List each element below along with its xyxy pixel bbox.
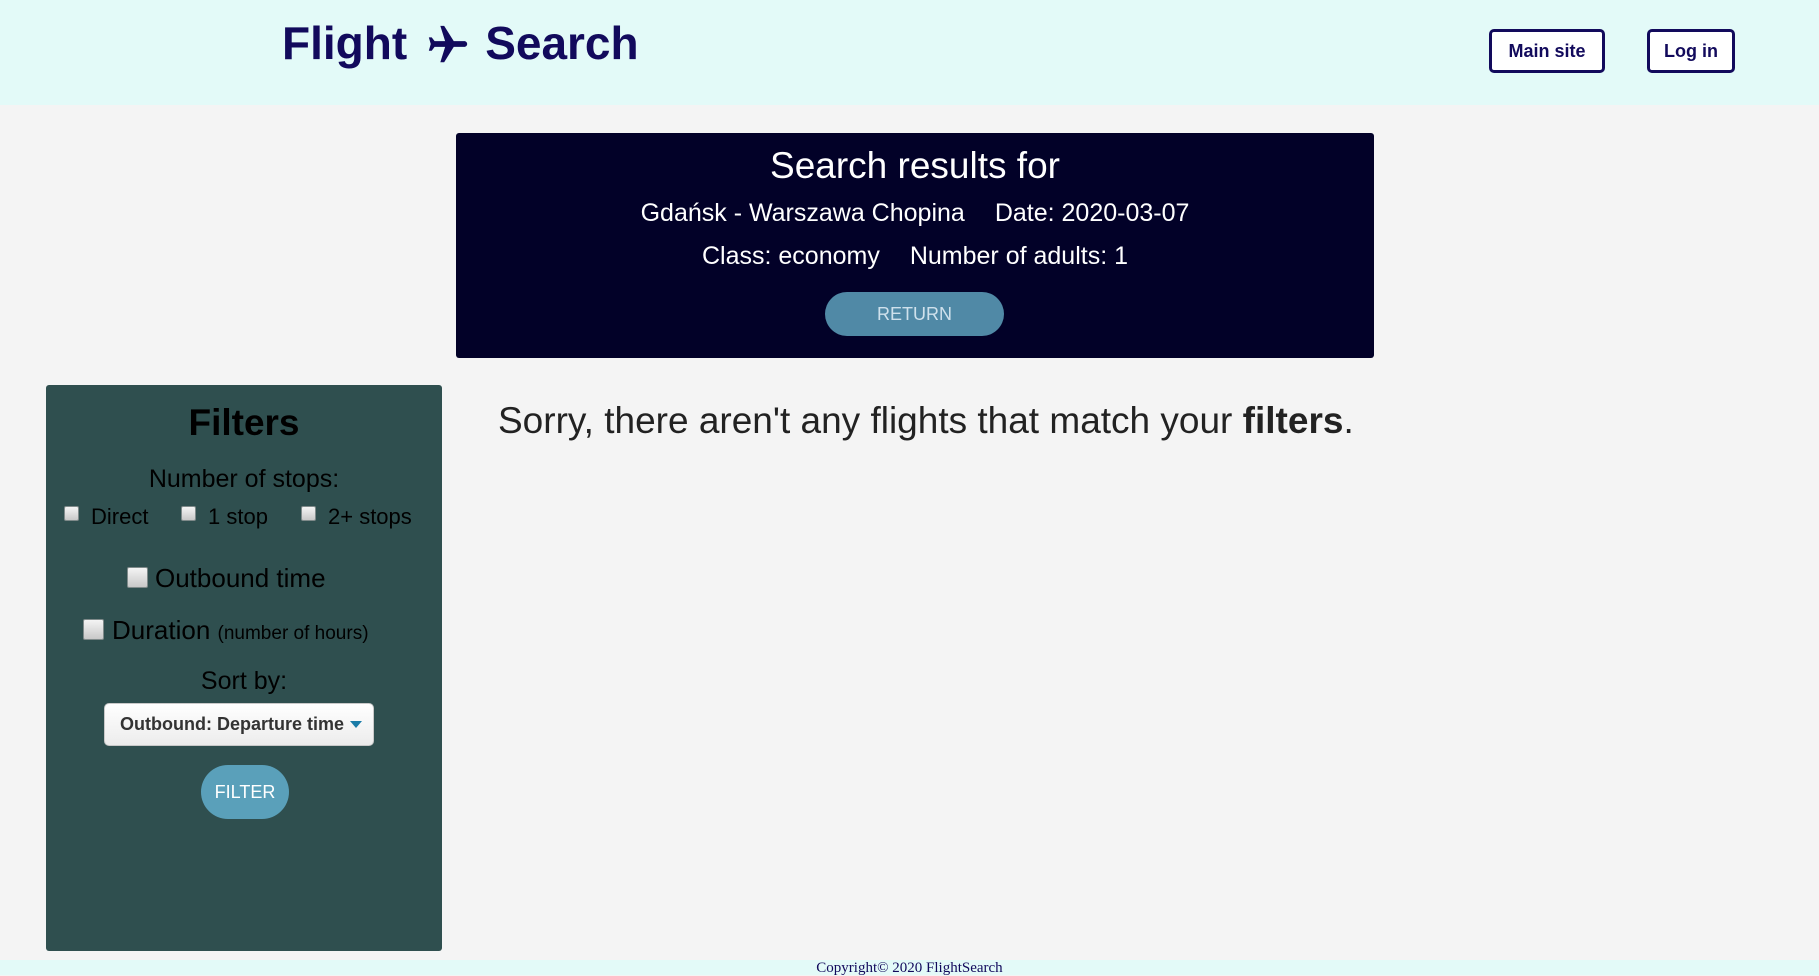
stops-label: Number of stops: xyxy=(148,465,340,493)
date-text: Date: 2020-03-07 xyxy=(994,199,1190,227)
site-logo[interactable]: Flight Search xyxy=(282,16,639,70)
stops-1-checkbox[interactable] xyxy=(181,506,196,521)
no-results-text: Sorry, there aren't any flights that mat… xyxy=(498,400,1243,441)
search-summary-title: Search results for xyxy=(770,145,1060,186)
filters-panel: Filters Number of stops: Direct 1 stop 2… xyxy=(46,385,442,951)
sort-label: Sort by: xyxy=(200,667,288,695)
no-results-message: Sorry, there aren't any flights that mat… xyxy=(498,400,1354,442)
stops-2plus-checkbox[interactable] xyxy=(301,506,316,521)
duration-note: (number of hours) xyxy=(217,623,369,644)
duration-label-group[interactable]: Duration (number of hours) xyxy=(112,615,369,646)
route-text: Gdańsk - Warszawa Chopina xyxy=(640,199,965,227)
stops-1-label[interactable]: 1 stop xyxy=(208,504,268,530)
stops-direct-checkbox[interactable] xyxy=(64,506,79,521)
duration-label: Duration xyxy=(112,615,211,645)
outbound-time-label[interactable]: Outbound time xyxy=(155,563,326,594)
sort-select-value: Outbound: Departure time xyxy=(120,714,344,734)
main-site-button[interactable]: Main site xyxy=(1489,29,1605,73)
stops-2plus-label[interactable]: 2+ stops xyxy=(328,504,412,530)
filter-button[interactable]: FILTER xyxy=(201,765,289,819)
airplane-icon xyxy=(429,25,468,63)
logo-word-search: Search xyxy=(485,17,639,69)
logo-word-flight: Flight xyxy=(282,17,408,69)
footer: Copyright© 2020 FlightSearch xyxy=(0,960,1819,976)
duration-checkbox[interactable] xyxy=(83,619,104,640)
search-summary-panel: Search results for Gdańsk - Warszawa Cho… xyxy=(456,133,1374,358)
filters-title: Filters xyxy=(188,402,300,443)
sort-select[interactable]: Outbound: Departure time xyxy=(104,703,374,746)
no-results-period: . xyxy=(1343,400,1354,441)
class-text: Class: economy xyxy=(701,242,880,270)
login-button[interactable]: Log in xyxy=(1647,29,1735,73)
route-date-line: Gdańsk - Warszawa Chopina Date: 2020-03-0… xyxy=(456,199,1374,228)
top-header: Flight Search Main site Log in xyxy=(0,0,1819,105)
copyright-text: Copyright© 2020 FlightSearch xyxy=(816,960,1003,976)
outbound-time-checkbox[interactable] xyxy=(127,567,148,588)
stops-direct-label[interactable]: Direct xyxy=(91,504,148,530)
no-results-emphasis: filters xyxy=(1242,400,1344,441)
class-adults-line: Class: economy Number of adults: 1 xyxy=(456,242,1374,271)
chevron-down-icon xyxy=(350,721,362,728)
adults-text: Number of adults: 1 xyxy=(909,242,1129,270)
return-button[interactable]: RETURN xyxy=(825,292,1004,336)
